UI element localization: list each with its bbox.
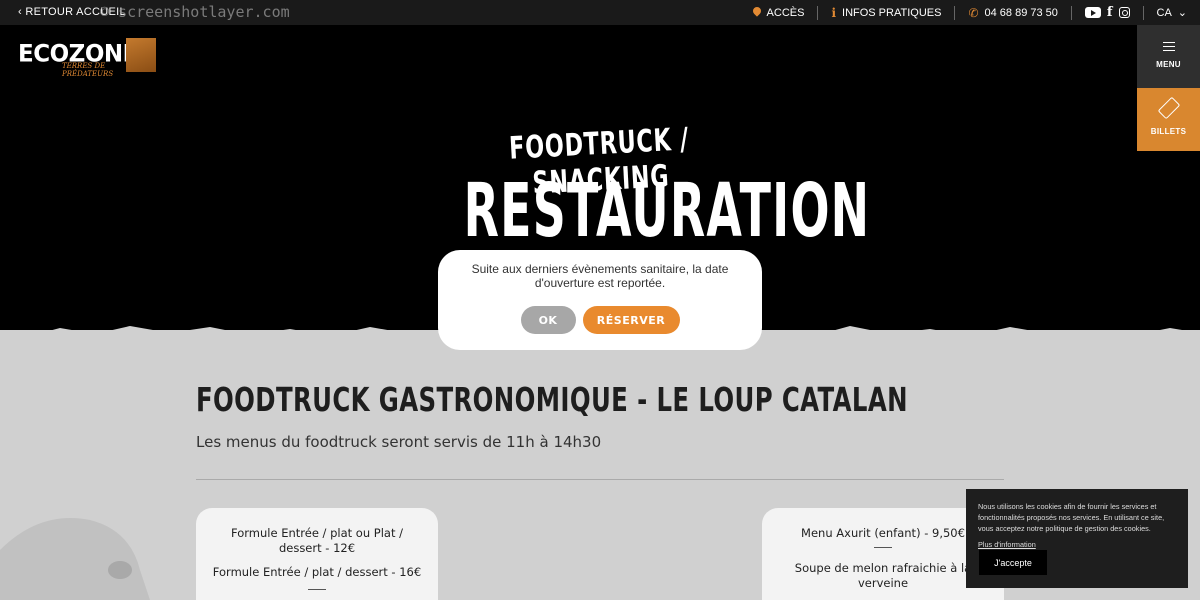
cookie-banner: Nous utilisons les cookies afin de fourn… <box>966 489 1188 588</box>
top-bar: ‹ RETOUR ACCUEIL © screenshotlayer.com A… <box>0 0 1200 25</box>
card-dash <box>308 589 326 590</box>
cookie-more-link[interactable]: Plus d'information <box>978 540 1036 549</box>
infos-label: INFOS PRATIQUES <box>842 6 942 19</box>
card-line: Formule Entrée / plat ou Plat / dessert … <box>231 526 403 555</box>
facebook-icon[interactable]: f <box>1107 5 1113 20</box>
card-line: Formule Entrée / plat / dessert - 16€ <box>212 565 422 579</box>
card-line: Menu Axurit (enfant) - 9,50€ <box>801 526 965 540</box>
top-nav: ACCÈS i INFOS PRATIQUES ✆ 04 68 89 73 50… <box>740 0 1200 25</box>
site-logo[interactable]: ECOZONIA TERRES DE PRÉDATEURS <box>18 36 158 78</box>
info-icon: i <box>831 5 837 20</box>
acces-link[interactable]: ACCÈS <box>740 5 819 20</box>
card-dash <box>874 547 892 548</box>
instagram-icon[interactable] <box>1118 7 1130 18</box>
hamburger-icon <box>1162 42 1175 51</box>
wildcat-logo-icon <box>126 38 156 72</box>
menu-button[interactable]: MENU <box>1137 25 1200 88</box>
infos-link[interactable]: i INFOS PRATIQUES <box>818 5 956 20</box>
reserve-button[interactable]: RÉSERVER <box>582 306 680 334</box>
phone-icon: ✆ <box>968 5 979 20</box>
youtube-icon[interactable] <box>1084 7 1101 18</box>
tickets-label: BILLETS <box>1150 127 1187 136</box>
menu-card-formules: Formule Entrée / plat ou Plat / dessert … <box>196 508 438 600</box>
divider <box>196 479 1004 480</box>
hero-title: RESTAURATION <box>463 168 871 254</box>
section-subtitle: Les menus du foodtruck seront servis de … <box>196 433 602 451</box>
phone-link[interactable]: ✆ 04 68 89 73 50 <box>955 5 1072 20</box>
language-selector[interactable]: CA ⌄ <box>1144 6 1200 20</box>
map-pin-icon <box>753 7 761 18</box>
notice-modal: Suite aux derniers évènements sanitaire,… <box>438 250 762 350</box>
chevron-down-icon: ⌄ <box>1177 7 1187 19</box>
acces-label: ACCÈS <box>766 6 805 19</box>
phone-number: 04 68 89 73 50 <box>984 6 1058 19</box>
decorative-animal-silhouette <box>0 518 150 600</box>
ok-button[interactable]: OK <box>520 306 576 334</box>
ticket-icon <box>1157 96 1180 120</box>
watermark: © screenshotlayer.com <box>100 3 290 21</box>
card-line: Soupe de melon rafraichie à la verveine <box>794 561 972 590</box>
language-label: CA <box>1156 6 1172 19</box>
modal-buttons: OK RÉSERVER <box>438 306 762 334</box>
modal-message: Suite aux derniers évènements sanitaire,… <box>471 262 729 290</box>
social-links: f <box>1072 5 1144 20</box>
tickets-button[interactable]: BILLETS <box>1137 88 1200 151</box>
cookie-text: Nous utilisons les cookies afin de fourn… <box>978 502 1165 533</box>
menu-label: MENU <box>1156 60 1181 69</box>
cookie-accept-button[interactable]: J'accepte <box>979 550 1047 575</box>
section-title: FOODTRUCK GASTRONOMIQUE - LE LOUP CATALA… <box>196 380 908 419</box>
